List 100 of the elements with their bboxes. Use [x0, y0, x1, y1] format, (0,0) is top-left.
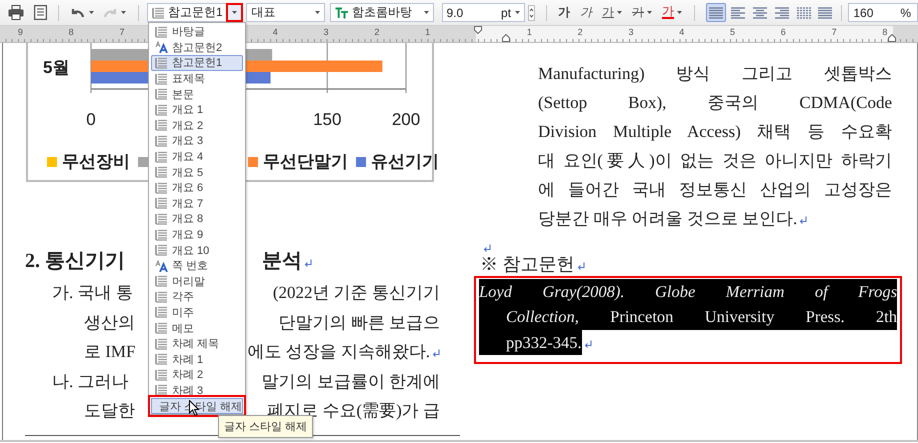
paragraph-style-icon [155, 290, 168, 303]
style-dropdown[interactable]: 참고문헌1 [147, 3, 244, 22]
style-menu-item[interactable]: 개요 4 [151, 148, 243, 164]
body-text: 가. 국내 통 [52, 282, 133, 304]
style-menu-item[interactable]: 개요 7 [151, 196, 243, 212]
italic-button[interactable]: 가 [580, 4, 592, 21]
style-menu-item[interactable]: 미주 [151, 304, 243, 320]
style-menu-item[interactable]: 차례 1 [151, 351, 243, 368]
center-align-icon [752, 6, 767, 18]
paragraph-style-icon [155, 384, 168, 396]
unit-label[interactable]: pt [501, 6, 512, 20]
paragraph-style-icon [155, 338, 168, 350]
style-set-dropdown[interactable]: 대표 [246, 3, 326, 22]
style-menu-item[interactable]: 메모 [151, 320, 243, 336]
ruler-number: 4 [272, 26, 279, 39]
heading-text: 2. 통신기기 [25, 249, 125, 274]
body-text: 로 IMF [84, 341, 136, 363]
ruler-number: 3 [322, 26, 330, 39]
unit-label: % [900, 6, 912, 20]
zoom-field[interactable]: 160 % [848, 3, 918, 22]
justify-align-icon [708, 6, 723, 18]
bold-button[interactable]: 가 [558, 4, 570, 21]
paragraph-style-icon [155, 104, 168, 116]
spinner-icon[interactable] [528, 4, 536, 20]
body-paragraph: Manufacturing) 방식 그리고 셋톱박스 (Settop Box), 중국의 CDMA(Code Division Multiple Access) 채택 등 수요확 대 요인(要人)이 없는 것은 아니지만 하락기 에 들어간 국내 정보통신 산업의 고성장은 당분간 매우 어려울 것으로 보인다. [538, 63, 892, 230]
caret-icon [647, 11, 652, 14]
style-menu-item[interactable]: 쪽 번호 [151, 258, 243, 274]
style-menu-item[interactable]: 개요 9 [151, 226, 243, 242]
justify-align-button[interactable] [706, 3, 726, 22]
print-icon[interactable] [8, 5, 24, 20]
caret-icon [617, 11, 622, 14]
ruler-number: 9 [16, 26, 24, 39]
style-menu-item[interactable]: 개요 5 [151, 164, 243, 180]
heading-text: 분석 [262, 249, 302, 274]
style-menu-item[interactable]: 표제목 [151, 70, 243, 86]
paragraph-style-icon [155, 166, 168, 178]
undo-icon[interactable] [70, 6, 86, 18]
legend-label: 무선단말기 [263, 151, 348, 173]
style-menu-item[interactable]: 머리말 [151, 274, 243, 290]
ruler-number: 1 [424, 26, 432, 39]
caret-icon [424, 11, 428, 14]
legend-label: 무선장비 [62, 151, 130, 173]
distribute-align-icon [796, 6, 811, 18]
font-icon [335, 6, 350, 18]
ruler-number: 8 [68, 26, 75, 39]
paragraph-style-icon [155, 119, 168, 132]
ruler-number: 4 [678, 26, 686, 39]
font-dropdown[interactable]: 함초롬바탕 [330, 3, 434, 22]
style-menu-item[interactable]: 바탕글 [151, 24, 243, 40]
paragraph-style-icon [155, 150, 168, 163]
font-color-button[interactable]: 가 [662, 6, 682, 19]
style-menu-item[interactable]: 참고문헌2 [151, 40, 243, 56]
dropdown-button[interactable] [228, 5, 242, 20]
character-style-icon [155, 260, 168, 272]
document-icon[interactable] [34, 5, 47, 20]
style-menu-item[interactable]: 차례 제목 [151, 336, 243, 352]
style-menu-item[interactable]: 개요 6 [151, 180, 243, 196]
style-menu-item[interactable]: 차례 2 [151, 367, 243, 383]
right-align-icon [774, 6, 789, 18]
paragraph-style-icon [155, 368, 168, 381]
underline-button[interactable]: 가 [602, 4, 622, 21]
style-menu-item[interactable]: 개요 2 [151, 118, 243, 134]
strikethrough-button[interactable]: 가 [632, 4, 652, 21]
paragraph-style-icon [155, 275, 168, 288]
caret-icon [232, 11, 238, 14]
style-menu-item[interactable]: 개요 10 [151, 242, 243, 258]
character-style-icon [155, 41, 168, 54]
paragraph-style-icon [155, 353, 168, 366]
style-menu-item[interactable]: 개요 1 [151, 102, 243, 118]
body-text: 생산의 [84, 312, 135, 334]
indent-marker-icon[interactable] [502, 34, 510, 42]
ruler-number: 5 [729, 26, 736, 39]
body-text: 에도 성장을 지속해왔다. [247, 341, 430, 363]
paragraph-style-icon [155, 182, 168, 194]
body-text: (2022년 기준 통신기기 [272, 282, 440, 304]
ruler-number: 8 [881, 26, 888, 39]
ruler-number: 1 [526, 26, 533, 39]
axis-tick-label: 150 [313, 110, 342, 129]
paragraph-style-icon [155, 228, 168, 241]
paragraph-style-icon [152, 6, 165, 18]
style-menu-item[interactable]: 각주 [151, 289, 243, 305]
style-menu-item[interactable]: 개요 3 [151, 133, 243, 149]
legend-label: 유선기기 [371, 151, 439, 173]
category-label: 5월 [43, 58, 70, 77]
ruler-number: 7 [118, 26, 126, 39]
font-size-field[interactable]: 9.0 pt [442, 3, 526, 22]
indent-marker-icon[interactable] [888, 34, 896, 42]
style-menu-item[interactable]: 개요 8 [151, 211, 243, 227]
paragraph-style-icon [155, 26, 168, 38]
left-align-icon [730, 6, 745, 18]
paragraph-style-icon [155, 72, 168, 85]
style-menu-item[interactable]: 차례 3 [151, 382, 243, 398]
reference-text: Loyd Gray(2008). Globe Merriam of Frogs Collection, Princeton University Press. 2th pp332-345. [479, 278, 897, 355]
paragraph-style-icon [155, 212, 168, 225]
ruler-number: 2 [373, 26, 380, 39]
style-menu-item[interactable]: 본문 [151, 86, 243, 102]
caret-icon [315, 11, 320, 14]
style-menu-item[interactable]: 참고문헌1 [151, 55, 243, 71]
paragraph-style-icon [155, 88, 168, 100]
ruler-number: 3 [627, 26, 634, 39]
